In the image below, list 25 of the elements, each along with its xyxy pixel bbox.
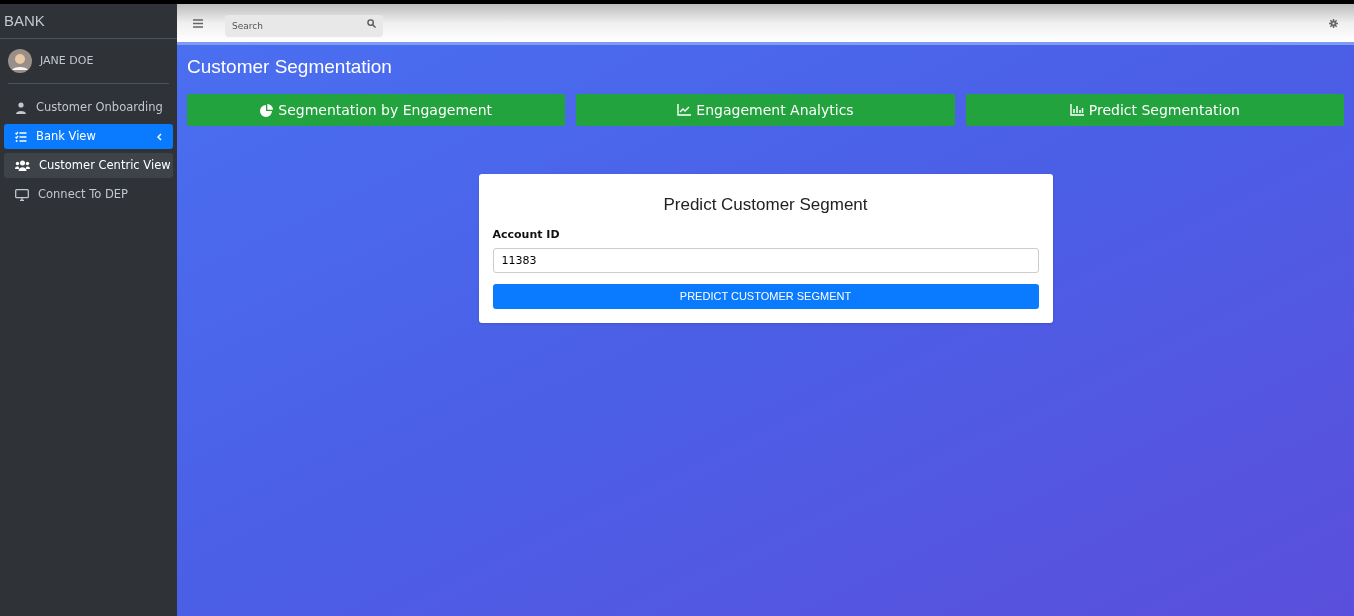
search-field[interactable]: Search: [225, 15, 383, 37]
tab-button[interactable]: Engagement Analytics: [576, 94, 955, 126]
line-chart-icon: [677, 104, 692, 116]
avatar-icon: [8, 49, 32, 73]
page-title: Customer Segmentation: [187, 55, 393, 79]
sidebar-item[interactable]: Bank View: [4, 124, 173, 149]
bar-chart-icon: [1069, 104, 1084, 116]
account-id-field[interactable]: 11383: [492, 248, 1039, 273]
tab-button[interactable]: Segmentation by Engagement: [187, 94, 566, 126]
users-icon: [15, 160, 30, 171]
settings-icon[interactable]: [1329, 18, 1338, 28]
chevron-left-icon: [157, 132, 162, 141]
form-title: Predict Customer Segment: [662, 194, 869, 216]
sidebar-item[interactable]: Customer Onboarding: [4, 95, 173, 120]
sidebar-item[interactable]: Customer Centric View: [4, 153, 173, 178]
pie-chart-icon: [260, 103, 274, 117]
user-name: JANE DOE: [40, 52, 94, 69]
search-icon[interactable]: [367, 19, 376, 28]
predict-button[interactable]: PREDICT CUSTOMER SEGMENT: [492, 284, 1039, 309]
sidebar-item[interactable]: Connect To DEP: [4, 182, 173, 207]
monitor-icon: [15, 188, 29, 201]
checklist-icon: [15, 130, 27, 143]
tab-button[interactable]: Predict Segmentation: [965, 94, 1344, 126]
field-label: Account ID: [492, 226, 561, 243]
menu-icon[interactable]: [193, 18, 203, 28]
